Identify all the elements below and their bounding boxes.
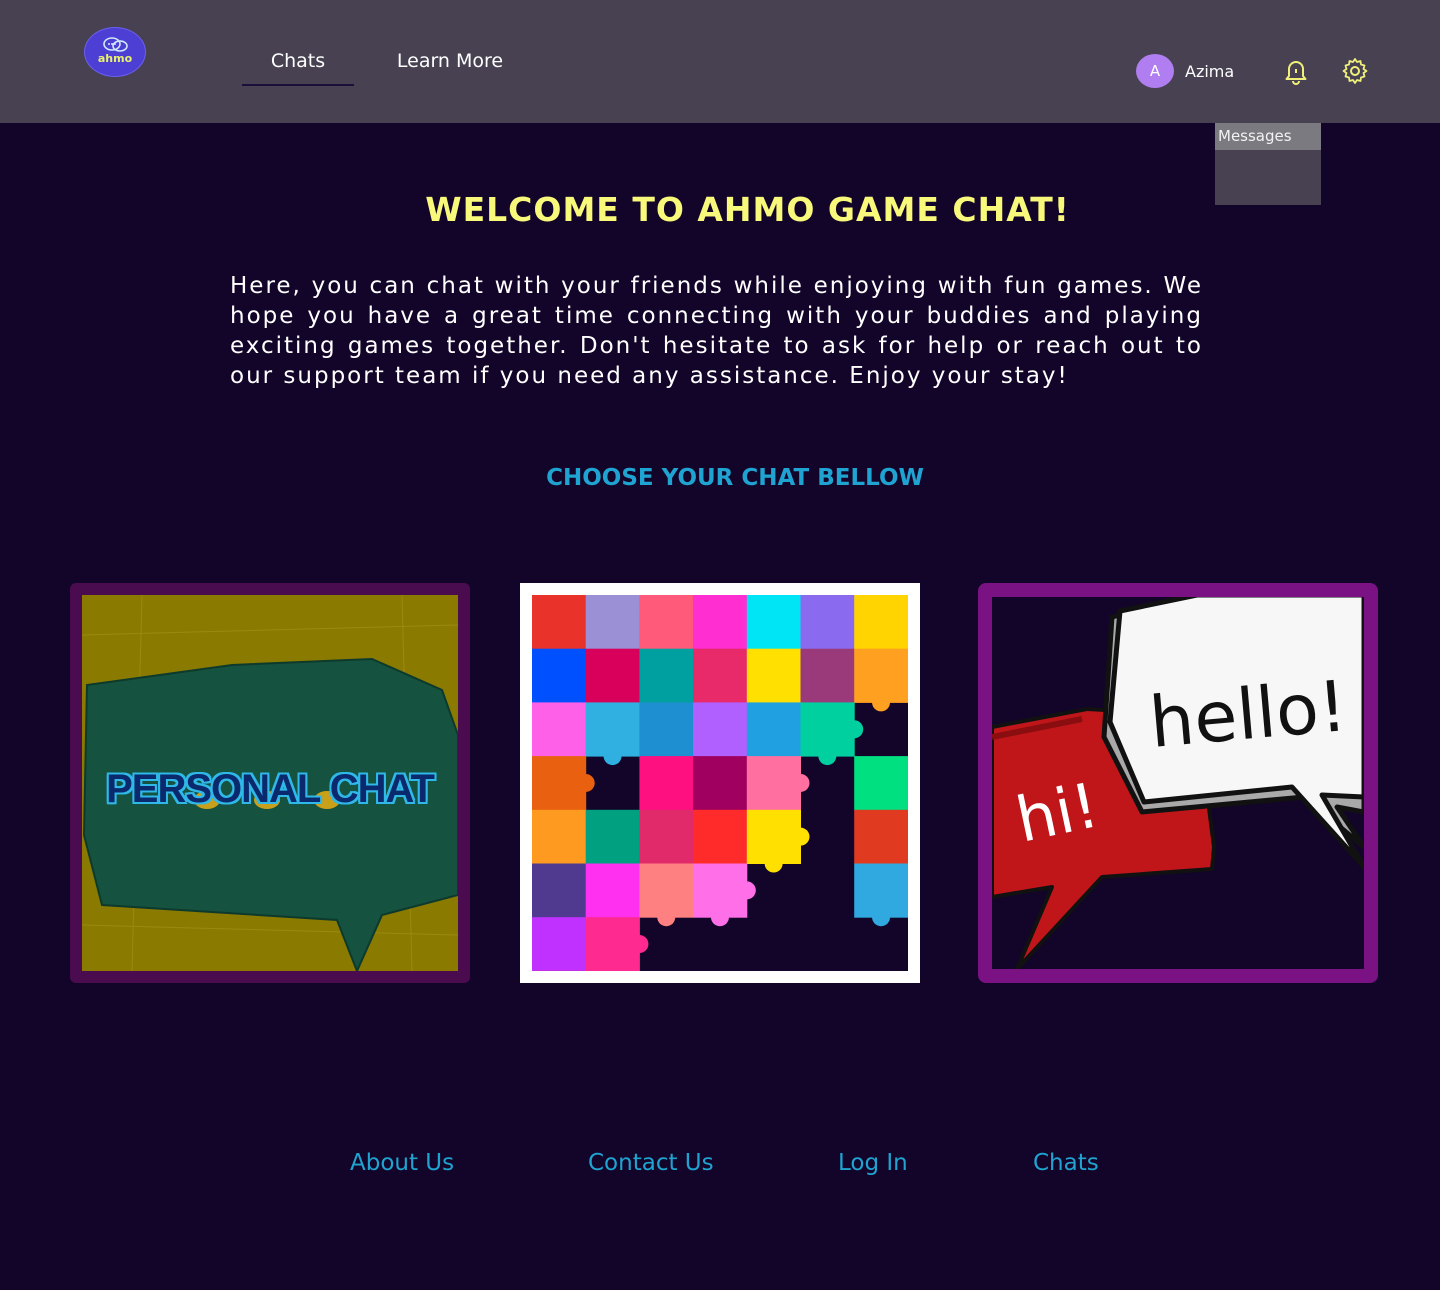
group-chat-card[interactable]: hi! hello!: [978, 583, 1378, 983]
hello-bubble-text: hello!: [1146, 665, 1350, 764]
bell-icon[interactable]: [1280, 55, 1312, 87]
puzzle-pieces-image: [532, 595, 908, 971]
ahmo-logo[interactable]: ahmo: [84, 27, 146, 77]
footer-link-contact-us[interactable]: Contact Us: [588, 1150, 714, 1176]
personal-chat-image: PERSONAL CHAT: [82, 595, 458, 971]
hi-hello-bubbles-image: hi! hello!: [992, 597, 1364, 969]
user-profile[interactable]: A Azima: [1136, 54, 1234, 88]
welcome-title: WELCOME TO AHMO GAME CHAT!: [425, 190, 1070, 229]
top-navbar: ahmo Chats Learn More A Azima: [0, 0, 1440, 123]
messages-label: Messages: [1215, 123, 1321, 150]
footer-link-about-us[interactable]: About Us: [350, 1150, 454, 1176]
personal-chat-label: PERSONAL CHAT: [106, 767, 435, 811]
nav-tab-chats[interactable]: Chats: [242, 50, 354, 86]
intro-text: Here, you can chat with your friends whi…: [230, 273, 1203, 389]
nav-tab-learn-more[interactable]: Learn More: [380, 50, 520, 72]
choose-chat-heading: CHOOSE YOUR CHAT BELLOW: [546, 465, 924, 491]
logo-text: ahmo: [97, 52, 133, 65]
settings-gear-icon[interactable]: [1339, 55, 1371, 87]
footer-link-log-in[interactable]: Log In: [838, 1150, 908, 1176]
personal-chat-card[interactable]: PERSONAL CHAT: [70, 583, 470, 983]
footer-link-chats[interactable]: Chats: [1033, 1150, 1099, 1176]
chat-bubbles-icon: [103, 37, 128, 52]
puzzle-game-card[interactable]: [520, 583, 920, 983]
avatar: A: [1136, 54, 1174, 88]
username: Azima: [1185, 61, 1235, 81]
